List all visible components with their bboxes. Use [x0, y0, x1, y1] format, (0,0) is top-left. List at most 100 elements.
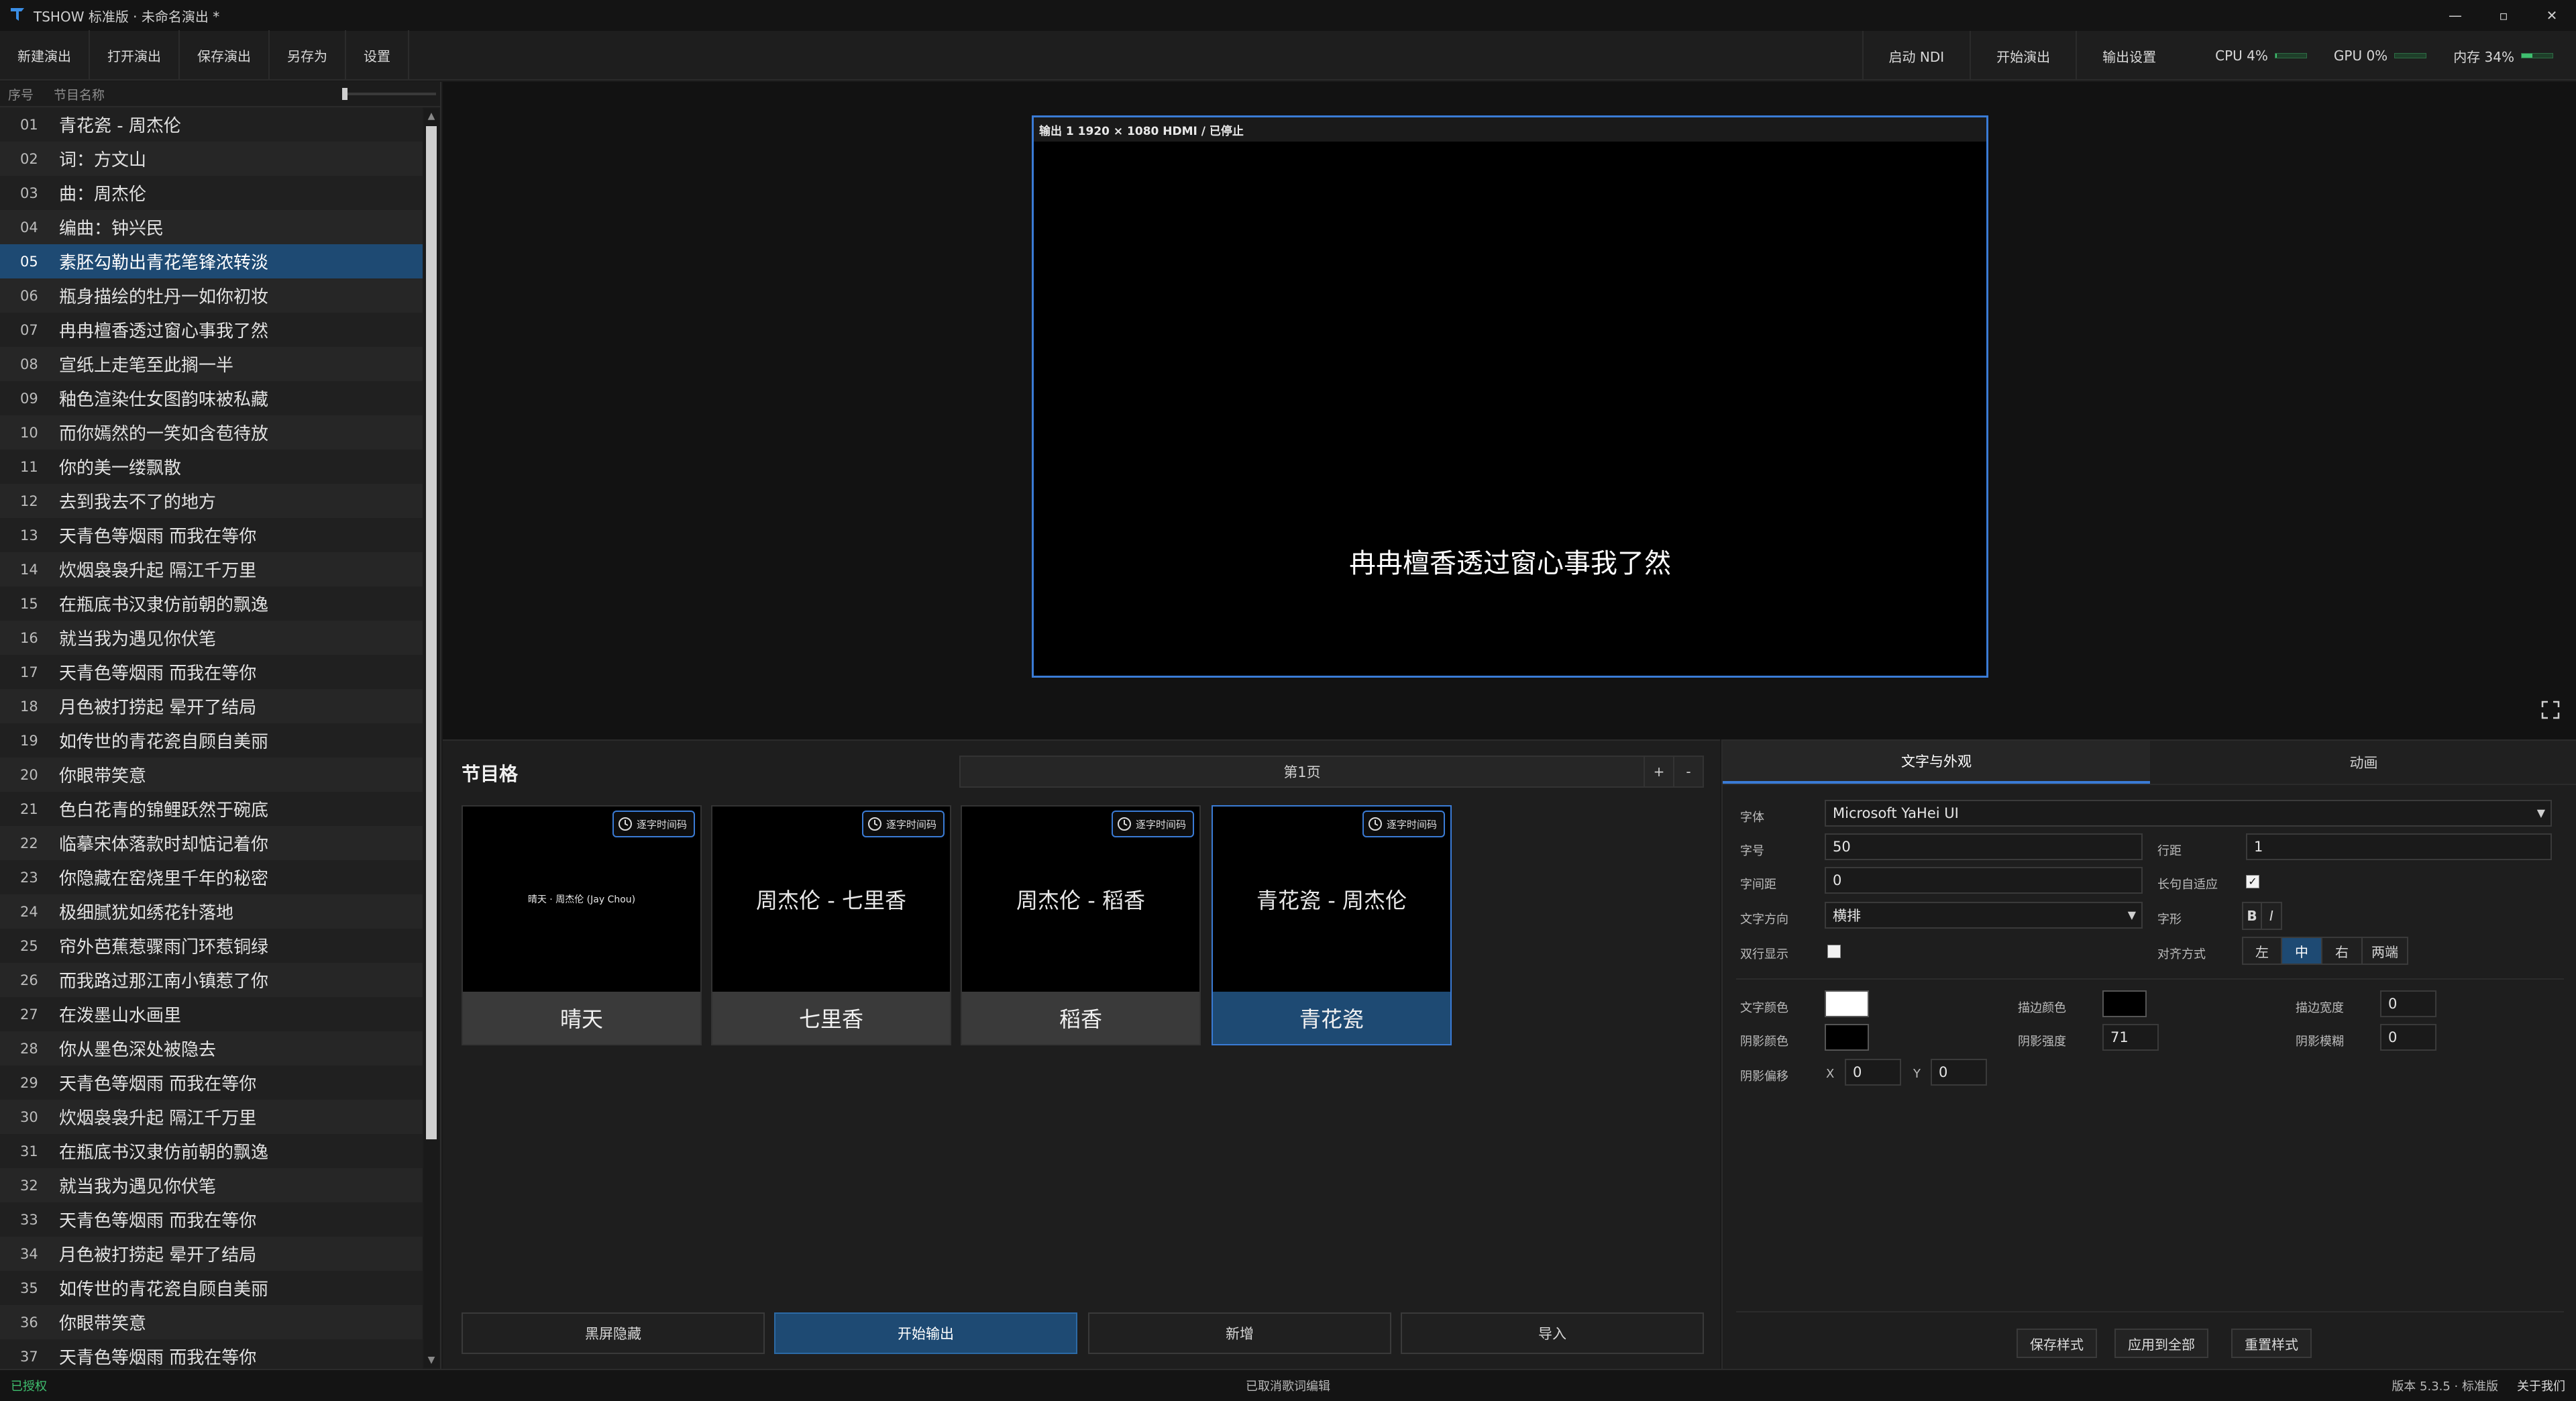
list-item[interactable]: 23 你隐藏在窑烧里千年的秘密 [0, 860, 423, 894]
tab-animation[interactable]: 动画 [2150, 741, 2576, 784]
list-item[interactable]: 25 帘外芭蕉惹骤雨门环惹铜绿 [0, 929, 423, 963]
tab-text-appearance[interactable]: 文字与外观 [1723, 741, 2150, 784]
add-page-button[interactable]: + [1644, 756, 1673, 787]
list-item[interactable]: 12 去到我去不了的地方 [0, 484, 423, 518]
list-item[interactable]: 09 釉色渲染仕女图韵味被私藏 [0, 381, 423, 415]
list-item[interactable]: 18 月色被打捞起 晕开了结局 [0, 689, 423, 723]
start-ndi-button[interactable]: 启动 NDI [1862, 31, 1970, 81]
program-card[interactable]: 周杰伦 - 稻香 逐字时间码 稻香 [961, 805, 1201, 1045]
list-item[interactable]: 13 天青色等烟雨 而我在等你 [0, 518, 423, 552]
save-as-button[interactable]: 另存为 [270, 30, 346, 80]
list-item[interactable]: 26 而我路过那江南小镇惹了你 [0, 963, 423, 997]
scroll-down-icon[interactable]: ▼ [424, 1353, 439, 1367]
fullscreen-icon[interactable] [2541, 701, 2560, 719]
minimize-button[interactable]: — [2431, 0, 2479, 31]
list-item[interactable]: 21 色白花青的锦鲤跃然于碗底 [0, 792, 423, 826]
align-justify-button[interactable]: 两端 [2363, 938, 2407, 964]
double-line-checkbox[interactable] [1827, 945, 1841, 958]
align-right-button[interactable]: 右 [2322, 938, 2363, 964]
scrollbar-thumb[interactable] [426, 126, 437, 1139]
shadow-color-swatch[interactable] [1825, 1024, 1869, 1051]
italic-button[interactable]: I [2262, 903, 2281, 929]
stroke-color-swatch[interactable] [2102, 990, 2147, 1017]
list-item[interactable]: 31 在瓶底书汉隶仿前朝的飘逸 [0, 1134, 423, 1168]
output-settings-button[interactable]: 输出设置 [2076, 31, 2182, 81]
program-card[interactable]: 周杰伦 - 七里香 逐字时间码 七里香 [711, 805, 951, 1045]
slider-thumb[interactable] [342, 88, 347, 100]
start-show-button[interactable]: 开始演出 [1970, 31, 2076, 81]
list-item[interactable]: 20 你眼带笑意 [0, 758, 423, 792]
shadow-strength-input[interactable]: 71 [2102, 1024, 2159, 1051]
list-zoom-slider[interactable] [342, 88, 436, 100]
scroll-up-icon[interactable]: ▲ [424, 109, 439, 123]
shadow-y-input[interactable]: 0 [1931, 1059, 1987, 1086]
list-item[interactable]: 19 如传世的青花瓷自顾自美丽 [0, 723, 423, 758]
list-item[interactable]: 05 素胚勾勒出青花笔锋浓转淡 [0, 244, 423, 278]
page-selector[interactable]: 第1页 + - [959, 756, 1704, 788]
remove-page-button[interactable]: - [1673, 756, 1703, 787]
list-item[interactable]: 11 你的美一缕飘散 [0, 450, 423, 484]
list-item[interactable]: 04 编曲：钟兴民 [0, 210, 423, 244]
text-direction-select[interactable]: 横排 ▼ [1825, 902, 2143, 929]
list-item[interactable]: 29 天青色等烟雨 而我在等你 [0, 1066, 423, 1100]
list-item[interactable]: 06 瓶身描绘的牡丹一如你初妆 [0, 278, 423, 313]
list-item[interactable]: 08 宣纸上走笔至此搁一半 [0, 347, 423, 381]
list-item[interactable]: 22 临摹宋体落款时却惦记着你 [0, 826, 423, 860]
align-left-button[interactable]: 左 [2243, 938, 2282, 964]
list-item[interactable]: 02 词：方文山 [0, 142, 423, 176]
list-item[interactable]: 01 青花瓷 - 周杰伦 [0, 107, 423, 142]
list-item[interactable]: 17 天青色等烟雨 而我在等你 [0, 655, 423, 689]
text-color-swatch[interactable] [1825, 990, 1869, 1017]
program-card[interactable]: 晴天 · 周杰伦 (Jay Chou) 逐字时间码 晴天 [462, 805, 702, 1045]
font-select[interactable]: Microsoft YaHei UI ▼ [1825, 800, 2552, 827]
list-item[interactable]: 07 冉冉檀香透过窗心事我了然 [0, 313, 423, 347]
list-item[interactable]: 32 就当我为遇见你伏笔 [0, 1168, 423, 1202]
list-item[interactable]: 16 就当我为遇见你伏笔 [0, 621, 423, 655]
letter-spacing-input[interactable]: 0 [1825, 867, 2143, 894]
add-program-button[interactable]: 新增 [1088, 1312, 1391, 1354]
list-item-text: 宣纸上走笔至此搁一半 [59, 356, 234, 376]
list-item[interactable]: 30 炊烟袅袅升起 隔江千万里 [0, 1100, 423, 1134]
save-show-button[interactable]: 保存演出 [180, 30, 270, 80]
list-item[interactable]: 14 炊烟袅袅升起 隔江千万里 [0, 552, 423, 586]
status-message: 已取消歌词编辑 [1246, 1380, 1330, 1394]
list-item[interactable]: 03 曲：周杰伦 [0, 176, 423, 210]
list-item[interactable]: 28 你从墨色深处被隐去 [0, 1031, 423, 1066]
save-style-button[interactable]: 保存样式 [2017, 1329, 2097, 1358]
page-label[interactable]: 第1页 [961, 762, 1644, 782]
list-item[interactable]: 35 如传世的青花瓷自顾自美丽 [0, 1271, 423, 1305]
list-item[interactable]: 33 天青色等烟雨 而我在等你 [0, 1202, 423, 1237]
settings-button[interactable]: 设置 [346, 30, 409, 80]
close-button[interactable]: ✕ [2528, 0, 2576, 31]
list-item[interactable]: 10 而你嫣然的一笑如含苞待放 [0, 415, 423, 450]
shadow-x-input[interactable]: 0 [1845, 1059, 1901, 1086]
shadow-blur-input[interactable]: 0 [2380, 1024, 2436, 1051]
import-button[interactable]: 导入 [1401, 1312, 1704, 1354]
list-item-text: 色白花青的锦鲤跃然于碗底 [59, 800, 269, 821]
new-show-button[interactable]: 新建演出 [0, 30, 90, 80]
autofit-checkbox[interactable]: ✓ [2246, 875, 2259, 888]
list-item[interactable]: 15 在瓶底书汉隶仿前朝的飘逸 [0, 586, 423, 621]
output-preview-screen[interactable]: 输出 1 1920 × 1080 HDMI / 已停止 冉冉檀香透过窗心事我了然 [1032, 115, 1988, 678]
stroke-width-input[interactable]: 0 [2380, 990, 2436, 1017]
font-size-input[interactable]: 50 [1825, 833, 2143, 860]
start-output-button[interactable]: 开始输出 [774, 1312, 1077, 1354]
list-item[interactable]: 24 极细腻犹如绣花针落地 [0, 894, 423, 929]
apply-all-button[interactable]: 应用到全部 [2114, 1329, 2208, 1358]
list-item[interactable]: 37 天青色等烟雨 而我在等你 [0, 1339, 423, 1369]
about-link[interactable]: 关于我们 [2517, 1377, 2565, 1394]
list-item[interactable]: 27 在泼墨山水画里 [0, 997, 423, 1031]
line-spacing-input[interactable]: 1 [2246, 833, 2552, 860]
list-item-text: 瓶身描绘的牡丹一如你初妆 [59, 287, 269, 307]
maximize-button[interactable]: ▫ [2479, 0, 2528, 31]
program-card[interactable]: 青花瓷 - 周杰伦 逐字时间码 青花瓷 [1212, 805, 1452, 1045]
reset-style-button[interactable]: 重置样式 [2231, 1329, 2312, 1358]
blackout-button[interactable]: 黑屏隐藏 [462, 1312, 765, 1354]
cpu-meter-fill [2275, 54, 2277, 58]
list-scrollbar[interactable]: ▲ ▼ [424, 109, 439, 1367]
list-item[interactable]: 34 月色被打捞起 晕开了结局 [0, 1237, 423, 1271]
open-show-button[interactable]: 打开演出 [90, 30, 180, 80]
bold-button[interactable]: B [2243, 903, 2262, 929]
list-item[interactable]: 36 你眼带笑意 [0, 1305, 423, 1339]
align-center-button[interactable]: 中 [2282, 938, 2322, 964]
